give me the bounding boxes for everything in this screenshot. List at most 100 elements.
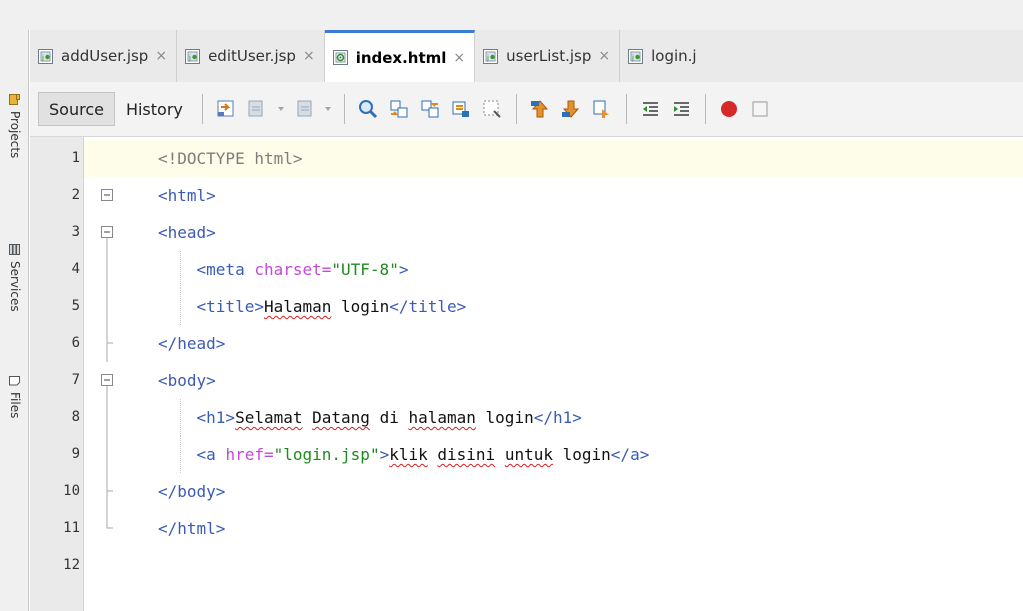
find-selection-icon[interactable] <box>449 97 474 122</box>
source-button[interactable]: Source <box>38 92 115 126</box>
code-line[interactable]: 12 <box>63 547 1023 584</box>
tab-adduser-jsp[interactable]: j addUser.jsp × <box>30 30 178 82</box>
tab-userlist-jsp[interactable]: j userList.jsp × <box>475 30 621 82</box>
indent-guide <box>180 399 181 436</box>
code-token: <body> <box>158 371 216 390</box>
forward-icon[interactable] <box>292 97 317 122</box>
previous-bookmark-icon[interactable] <box>528 97 553 122</box>
code-token: </head> <box>158 334 226 353</box>
tab-label: editUser.jsp <box>208 47 296 65</box>
find-icon[interactable] <box>356 97 381 122</box>
code-line[interactable]: 2 <html> <box>72 177 1023 214</box>
fold-toggle-icon[interactable] <box>88 177 118 214</box>
fold-guide-line <box>88 436 118 473</box>
next-bookmark-icon[interactable] <box>559 97 584 122</box>
code-token: "login.jsp" <box>273 445 380 464</box>
side-tab-label: Files <box>8 392 22 419</box>
code-line[interactable]: 6 </head> <box>72 325 1023 362</box>
code-line[interactable]: 1 <!DOCTYPE html> <box>72 140 1023 177</box>
code-line[interactable]: 4 <meta charset="UTF-8"> <box>72 251 1023 288</box>
code-line[interactable]: 3 <head> <box>72 214 1023 252</box>
line-number: 3 <box>71 224 80 240</box>
shift-right-icon[interactable] <box>669 97 694 122</box>
code-editor[interactable]: 1 <!DOCTYPE html> 2 <html> 3 <head> 4 <meta ch… <box>30 137 1023 611</box>
side-tab-services[interactable]: Services <box>8 244 22 312</box>
fold-end-marker <box>88 510 118 547</box>
code-token: login <box>553 445 611 464</box>
code-line[interactable]: 7 <body> <box>72 362 1023 400</box>
projects-icon <box>9 94 21 105</box>
code-text: <meta charset="UTF-8"> <box>158 251 409 288</box>
code-token: <a <box>158 445 226 464</box>
code-text: <head> <box>158 214 216 251</box>
code-token: <!DOCTYPE html> <box>158 149 303 168</box>
code-line[interactable]: 9 <a href="login.jsp">klik disini untuk … <box>72 436 1023 473</box>
toolbar-separator <box>625 94 627 124</box>
toggle-bookmark-icon[interactable] <box>590 97 615 122</box>
line-number: 12 <box>63 557 80 573</box>
fold-end-marker <box>88 473 118 510</box>
toggle-highlight-icon[interactable] <box>480 97 505 122</box>
code-area[interactable]: 1 <!DOCTYPE html> 2 <html> 3 <head> 4 <meta ch… <box>63 137 1023 611</box>
svg-text:j: j <box>41 54 44 62</box>
code-text: </head> <box>158 325 225 362</box>
code-token: </a> <box>610 445 650 464</box>
fold-blank <box>88 547 118 584</box>
tab-edituser-jsp[interactable]: j editUser.jsp × <box>177 30 325 82</box>
tab-index-html[interactable]: index.html × <box>324 30 476 82</box>
svg-text:j: j <box>486 54 489 62</box>
code-text: </body> <box>158 473 225 510</box>
line-number: 2 <box>71 187 80 203</box>
find-next-icon[interactable] <box>418 97 443 122</box>
find-previous-icon[interactable] <box>387 97 412 122</box>
services-icon <box>9 244 21 255</box>
side-tab-projects[interactable]: Projects <box>8 94 22 158</box>
code-line[interactable]: 5 <title>Halaman login</title> <box>72 288 1023 325</box>
tab-label: index.html <box>355 48 447 67</box>
line-number: 6 <box>71 335 80 351</box>
last-edit-icon[interactable] <box>214 97 239 122</box>
back-dropdown-icon[interactable] <box>276 97 286 122</box>
side-tab-files[interactable]: Files <box>8 375 22 418</box>
shift-left-icon[interactable] <box>638 97 663 122</box>
code-line[interactable]: 10 </body> <box>63 473 1023 510</box>
code-token: <html> <box>158 186 216 205</box>
window-top-strip <box>0 0 1023 30</box>
toolbar-separator <box>343 94 345 124</box>
tab-login-jsp[interactable]: j login.j <box>620 30 705 82</box>
code-line[interactable]: 8 <h1>Selamat Datang di halaman login</h… <box>72 399 1023 436</box>
code-text: <html> <box>158 177 216 214</box>
back-icon[interactable] <box>245 97 270 122</box>
close-icon[interactable]: × <box>303 48 315 64</box>
forward-dropdown-icon[interactable] <box>323 97 333 122</box>
toolbar-separator <box>201 94 203 124</box>
code-token: charset= <box>254 260 332 279</box>
close-icon[interactable]: × <box>598 48 610 64</box>
svg-text:j: j <box>631 54 634 62</box>
indent-guide <box>180 251 181 288</box>
fold-toggle-icon[interactable] <box>88 362 118 400</box>
code-token: </title> <box>389 297 467 316</box>
code-text: <title>Halaman login</title> <box>158 288 467 325</box>
line-number: 9 <box>71 446 80 462</box>
stop-macro-icon[interactable] <box>748 97 773 122</box>
code-token: </html> <box>158 519 226 538</box>
close-icon[interactable]: × <box>155 48 167 64</box>
code-text: </html> <box>158 510 225 547</box>
code-text: <!DOCTYPE html> <box>158 140 303 177</box>
code-text: <body> <box>158 362 216 399</box>
history-button[interactable]: History <box>115 92 194 126</box>
spellcheck-token: Datang <box>312 408 370 427</box>
line-number: 1 <box>71 150 80 166</box>
line-number: 11 <box>63 520 80 536</box>
record-macro-icon[interactable] <box>717 97 742 122</box>
jsp-file-icon: j <box>37 48 54 65</box>
svg-text:j: j <box>188 54 191 62</box>
fold-guide-line <box>88 288 118 325</box>
code-line[interactable]: 11 </html> <box>63 510 1023 547</box>
close-icon[interactable]: × <box>453 50 465 66</box>
files-icon <box>9 375 21 386</box>
code-token: </h1> <box>533 408 582 427</box>
fold-toggle-icon[interactable] <box>88 214 118 252</box>
